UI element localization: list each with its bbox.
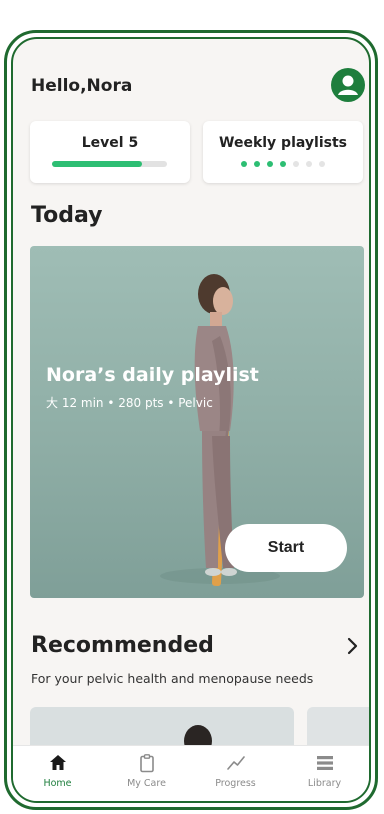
weekly-dot	[254, 161, 260, 167]
user-icon[interactable]	[331, 68, 365, 102]
level-progress-track	[52, 161, 167, 167]
weekly-dot	[241, 161, 247, 167]
recommended-subtitle: For your pelvic health and menopause nee…	[31, 671, 314, 686]
playlist-title: Nora’s daily playlist	[46, 364, 259, 386]
daily-playlist-card[interactable]: Nora’s daily playlist 大 12 min • 280 pts…	[30, 246, 364, 598]
tab-label: Progress	[215, 778, 256, 789]
weekly-playlists-card[interactable]: Weekly playlists	[203, 121, 363, 183]
bottom-tab-bar: Home My Care Progress Library	[13, 745, 369, 801]
weekly-dot	[306, 161, 312, 167]
tab-label: Home	[43, 778, 72, 789]
tab-library[interactable]: Library	[280, 746, 369, 801]
home-icon	[49, 755, 66, 770]
weekly-playlists-label: Weekly playlists	[219, 135, 347, 151]
level-label: Level 5	[81, 135, 139, 151]
trend-icon	[226, 756, 245, 770]
list-icon	[316, 756, 333, 770]
tab-label: My Care	[127, 778, 166, 789]
chevron-right-icon[interactable]	[346, 635, 360, 657]
weekly-dot	[267, 161, 273, 167]
weekly-dot	[280, 161, 286, 167]
tab-home[interactable]: Home	[13, 746, 102, 801]
tab-my-care[interactable]: My Care	[102, 746, 191, 801]
weekly-dot	[293, 161, 299, 167]
weekly-dot	[319, 161, 325, 167]
weekly-progress-dots	[203, 161, 363, 167]
start-button[interactable]: Start	[225, 524, 347, 572]
playlist-meta: 大 12 min • 280 pts • Pelvic	[46, 396, 213, 410]
level-card[interactable]: Level 5	[30, 121, 190, 183]
app-screen: Hello,Nora Level 5 Weekly playlists Toda…	[11, 37, 371, 803]
recommended-heading: Recommended	[31, 633, 214, 658]
greeting: Hello,Nora	[31, 76, 133, 96]
clipboard-icon	[139, 754, 154, 773]
tab-label: Library	[307, 778, 342, 789]
level-progress-fill	[52, 161, 142, 167]
tab-progress[interactable]: Progress	[191, 746, 280, 801]
today-heading: Today	[31, 203, 103, 228]
